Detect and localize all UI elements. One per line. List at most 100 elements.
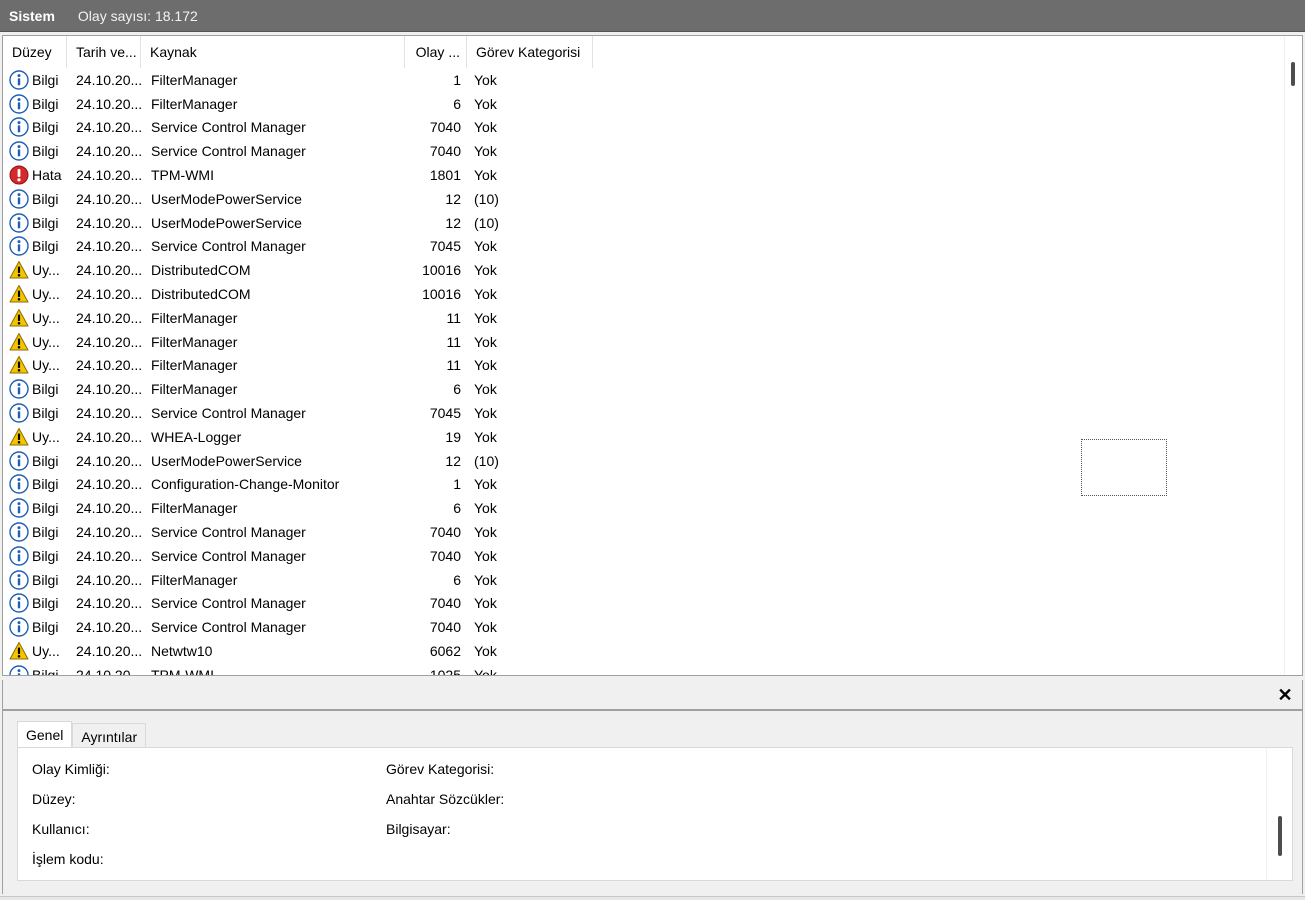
table-row[interactable]: Bilgi 24.10.20... Service Control Manager 7… <box>3 401 1286 425</box>
table-row[interactable]: Bilgi 24.10.20... Service Control Manager 7… <box>3 544 1286 568</box>
source-cell: TPM-WMI <box>151 666 214 676</box>
event-id-cell: 7040 <box>429 547 461 564</box>
detail-pane: ✕ Genel Ayrıntılar Olay Kimliği: Düzey: … <box>2 680 1303 894</box>
level-cell: Uy... <box>3 332 67 352</box>
warning-icon <box>9 332 29 352</box>
level-cell: Bilgi <box>3 617 67 637</box>
warning-icon <box>9 308 29 328</box>
table-row[interactable]: Hata 24.10.20... TPM-WMI 1801 Yok <box>3 163 1286 187</box>
table-row[interactable]: Bilgi 24.10.20... TPM-WMI 1025 Yok <box>3 663 1286 676</box>
table-row[interactable]: Bilgi 24.10.20... Service Control Manager 7… <box>3 235 1286 259</box>
source-cell: FilterManager <box>151 500 238 517</box>
level-text: Uy... <box>32 309 60 326</box>
event-id-cell: 6 <box>453 95 461 112</box>
info-icon <box>9 70 29 90</box>
date-cell: 24.10.20... <box>76 238 141 255</box>
level-cell: Bilgi <box>3 141 67 161</box>
table-row[interactable]: Bilgi 24.10.20... FilterManager 1 Yok <box>3 68 1286 92</box>
table-row[interactable]: Bilgi 24.10.20... Service Control Manager 7… <box>3 615 1286 639</box>
date-cell: 24.10.20... <box>76 547 141 564</box>
source-cell: FilterManager <box>151 381 238 398</box>
level-text: Bilgi <box>32 238 59 255</box>
table-row[interactable]: Bilgi 24.10.20... FilterManager 6 Yok <box>3 377 1286 401</box>
tab-details[interactable]: Ayrıntılar <box>72 723 147 747</box>
column-header-event-id[interactable]: Olay ... <box>405 36 467 68</box>
table-row[interactable]: Bilgi 24.10.20... UserModePowerService 12 (1… <box>3 211 1286 235</box>
level-cell: Bilgi <box>3 474 67 495</box>
column-header-source[interactable]: Kaynak <box>141 36 405 68</box>
source-cell: Service Control Manager <box>151 238 306 255</box>
date-cell: 24.10.20... <box>76 143 141 160</box>
task-category-cell: Yok <box>474 666 497 676</box>
column-header-level[interactable]: Düzey <box>3 36 67 68</box>
level-cell: Uy... <box>3 427 67 447</box>
info-icon <box>9 498 29 518</box>
table-row[interactable]: Bilgi 24.10.20... FilterManager 6 Yok <box>3 496 1286 520</box>
level-text: Bilgi <box>32 95 59 112</box>
event-id-cell: 1801 <box>429 167 461 184</box>
source-cell: DistributedCOM <box>151 262 251 279</box>
level-cell: Bilgi <box>3 569 67 590</box>
table-row[interactable]: Bilgi 24.10.20... FilterManager 6 Yok <box>3 92 1286 116</box>
event-id-cell: 6 <box>453 381 461 398</box>
table-row[interactable]: Bilgi 24.10.20... Service Control Manager 7… <box>3 139 1286 163</box>
vertical-scrollbar[interactable] <box>1284 36 1302 675</box>
task-category-cell: Yok <box>474 405 497 422</box>
source-cell: DistributedCOM <box>151 286 251 303</box>
task-category-cell: Yok <box>474 309 497 326</box>
column-header-date[interactable]: Tarih ve... <box>67 36 141 68</box>
task-category-cell: Yok <box>474 167 497 184</box>
table-row[interactable]: Bilgi 24.10.20... Service Control Manager 7… <box>3 592 1286 616</box>
event-rows: Bilgi 24.10.20... FilterManager 1 Yok Bilgi 24… <box>3 68 1286 676</box>
date-cell: 24.10.20... <box>76 452 141 469</box>
table-row[interactable]: Uy... 24.10.20... DistributedCOM 10016 Yok <box>3 258 1286 282</box>
warning-icon <box>9 284 29 304</box>
level-cell: Bilgi <box>3 236 67 257</box>
tab-general[interactable]: Genel <box>17 721 73 748</box>
keywords-label: Anahtar Sözcükler: <box>386 791 505 807</box>
table-row[interactable]: Bilgi 24.10.20... UserModePowerService 12 (1… <box>3 187 1286 211</box>
level-text: Bilgi <box>32 119 59 136</box>
detail-scrollbar[interactable] <box>1266 748 1292 880</box>
detail-tabs: Genel Ayrıntılar <box>17 721 147 748</box>
level-cell: Hata <box>3 165 67 185</box>
table-row[interactable]: Uy... 24.10.20... Netwtw10 6062 Yok <box>3 639 1286 663</box>
column-header-task-category[interactable]: Görev Kategorisi <box>467 36 593 68</box>
date-cell: 24.10.20... <box>76 666 141 676</box>
level-text: Bilgi <box>32 571 59 588</box>
source-cell: UserModePowerService <box>151 214 302 231</box>
detail-scrollbar-thumb[interactable] <box>1278 816 1282 856</box>
event-id-cell: 12 <box>445 190 461 207</box>
user-label: Kullanıcı: <box>32 821 90 837</box>
info-icon <box>9 141 29 161</box>
source-cell: Service Control Manager <box>151 619 306 636</box>
level-cell: Bilgi <box>3 212 67 233</box>
level-text: Bilgi <box>32 524 59 541</box>
info-icon <box>9 474 29 495</box>
table-row[interactable]: Bilgi 24.10.20... Service Control Manager 7… <box>3 520 1286 544</box>
info-icon <box>9 379 29 399</box>
table-row[interactable]: Bilgi 24.10.20... FilterManager 6 Yok <box>3 568 1286 592</box>
event-id-label: Olay Kimliği: <box>32 761 110 777</box>
date-cell: 24.10.20... <box>76 357 141 374</box>
info-icon <box>9 236 29 257</box>
level-cell: Bilgi <box>3 593 67 614</box>
close-icon[interactable]: ✕ <box>1276 684 1294 706</box>
event-id-cell: 1 <box>453 476 461 493</box>
info-icon <box>9 546 29 566</box>
table-row[interactable]: Uy... 24.10.20... FilterManager 11 Yok <box>3 330 1286 354</box>
table-row[interactable]: Uy... 24.10.20... FilterManager 11 Yok <box>3 306 1286 330</box>
event-list[interactable]: Düzey Tarih ve... Kaynak Olay ... Görev … <box>2 35 1303 676</box>
table-row[interactable]: Uy... 24.10.20... FilterManager 11 Yok <box>3 354 1286 378</box>
table-row[interactable]: Uy... 24.10.20... DistributedCOM 10016 Yok <box>3 282 1286 306</box>
date-cell: 24.10.20... <box>76 119 141 136</box>
status-strip <box>0 896 1305 900</box>
event-id-cell: 6 <box>453 571 461 588</box>
table-row[interactable]: Bilgi 24.10.20... Service Control Manager 7… <box>3 116 1286 140</box>
selection-rectangle <box>1081 439 1167 496</box>
source-cell: Configuration-Change-Monitor <box>151 476 340 493</box>
scrollbar-thumb[interactable] <box>1291 62 1295 86</box>
computer-label: Bilgisayar: <box>386 821 451 837</box>
source-cell: FilterManager <box>151 309 238 326</box>
level-text: Uy... <box>32 428 60 445</box>
